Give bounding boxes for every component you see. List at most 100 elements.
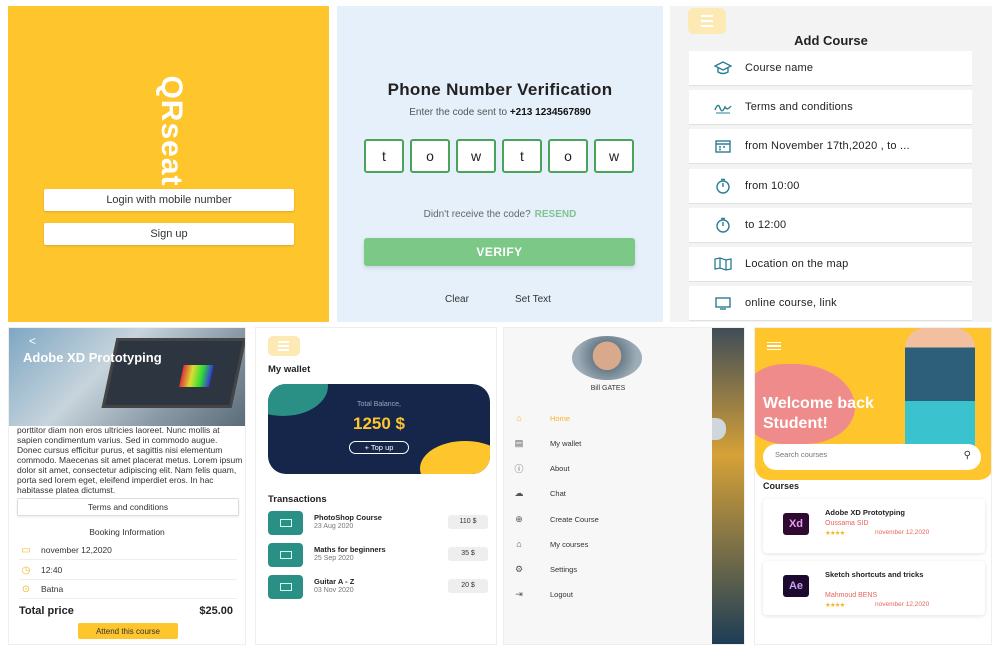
clock-icon: ◷	[21, 564, 31, 576]
transaction-row[interactable]: PhotoShop Course 23 Aug 2020 110 $	[268, 510, 488, 536]
clear-button[interactable]: Clear	[445, 294, 469, 305]
transaction-date: 23 Aug 2020	[314, 523, 354, 530]
home-icon: ⌂	[516, 413, 522, 423]
online-link-field[interactable]: online course, link	[689, 286, 972, 320]
qrseat-screen: QRseat Login with mobile number Sign up	[8, 6, 329, 322]
wallet-title: My wallet	[268, 364, 311, 375]
resend-row: Didn't receive the code? RESEND	[337, 209, 663, 220]
nav-item-wallet[interactable]: ▤ My wallet	[512, 436, 702, 450]
booking-date: november 12,2020	[41, 545, 112, 555]
course-author: Mahmoud BENS	[825, 592, 878, 599]
course-description: porttitor diam non eros ultricies laoree…	[17, 425, 243, 495]
code-digit[interactable]: t	[502, 139, 542, 173]
add-course-screen: Add Course Course name Terms and conditi…	[670, 6, 992, 322]
add-course-title: Add Course	[794, 33, 868, 48]
transaction-date: 03 Nov 2020	[314, 587, 354, 594]
verification-screen: Phone Number Verification Enter the code…	[337, 6, 663, 322]
code-digit[interactable]: w	[594, 139, 634, 173]
nav-label: My wallet	[550, 438, 582, 448]
end-time-field[interactable]: to 12:00	[689, 208, 972, 242]
transaction-row[interactable]: Maths for beginners 25 Sep 2020 35 $	[268, 542, 488, 568]
search-input[interactable]	[775, 450, 945, 459]
rating-stars: ★★★★	[825, 530, 845, 537]
back-icon[interactable]: <	[29, 334, 36, 348]
nav-item-chat[interactable]: ☁ Chat	[512, 486, 702, 500]
rating-stars: ★★★★	[825, 602, 845, 609]
signup-button[interactable]: Sign up	[44, 223, 294, 245]
nav-item-create-course[interactable]: ⊕ Create Course	[512, 512, 702, 526]
resend-link[interactable]: RESEND	[535, 209, 577, 220]
row-label: Course name	[745, 62, 814, 74]
booking-time: 12:40	[41, 565, 63, 575]
booking-info-title: Booking Information	[89, 527, 165, 537]
nav-item-about[interactable]: ⓘ About	[512, 461, 702, 475]
nav-label: Create Course	[550, 514, 599, 524]
course-detail-screen: < Adobe XD Prototyping porttitor diam no…	[8, 327, 246, 645]
row-label: Terms and conditions	[745, 101, 853, 113]
settings-icon: ⚙	[514, 563, 524, 574]
verify-button[interactable]: VERIFY	[364, 238, 635, 266]
background-screen-peek	[712, 328, 744, 644]
course-author: Oussama SID	[825, 520, 869, 527]
xd-logo-icon: Xd	[783, 513, 809, 535]
code-digit[interactable]: o	[410, 139, 450, 173]
courses-title: Courses	[763, 481, 800, 491]
course-date: november 12,2020	[875, 529, 930, 536]
course-card[interactable]: Xd Adobe XD Prototyping Oussama SID ★★★★…	[763, 499, 985, 553]
start-time-field[interactable]: from 10:00	[689, 169, 972, 203]
verification-title: Phone Number Verification	[387, 80, 613, 99]
nav-item-logout[interactable]: ⇥ Logout	[512, 587, 702, 601]
wallet-screen: My wallet Total Balance, 1250 $ + Top up…	[255, 327, 497, 645]
receipt-icon	[268, 575, 303, 599]
navigation-drawer-screen: Bill GATES ⌂ Home ▤ My wallet ⓘ About ☁ Chat…	[503, 327, 745, 645]
nav-label: About	[550, 463, 570, 473]
timer-icon	[713, 178, 733, 194]
row-label: to 12:00	[745, 219, 787, 231]
course-name: Adobe XD Prototyping	[825, 508, 905, 517]
code-digit[interactable]: t	[364, 139, 404, 173]
signature-icon	[713, 99, 733, 115]
attend-course-button[interactable]: Attend this course	[78, 623, 178, 639]
balance-amount: 1250 $	[353, 414, 405, 433]
code-digit[interactable]: w	[456, 139, 496, 173]
balance-label: Total Balance,	[357, 401, 401, 408]
nav-item-my-courses[interactable]: ⌂ My courses	[512, 537, 702, 551]
navigation-drawer: Bill GATES ⌂ Home ▤ My wallet ⓘ About ☁ Chat…	[504, 328, 712, 644]
location-pin-icon: ⊙	[21, 583, 31, 595]
set-text-button[interactable]: Set Text	[515, 294, 551, 305]
transaction-row[interactable]: Guitar A - Z 03 Nov 2020 20 $	[268, 574, 488, 600]
date-range-field[interactable]: from November 17th,2020 , to ...	[689, 129, 972, 163]
transaction-name: Guitar A - Z	[314, 577, 355, 586]
transaction-date: 25 Sep 2020	[314, 555, 354, 562]
search-icon[interactable]: ⚲	[964, 450, 971, 461]
course-name-field[interactable]: Course name	[689, 51, 972, 85]
terms-button[interactable]: Terms and conditions	[17, 498, 239, 516]
wallet-icon: ▤	[514, 437, 524, 448]
terms-field[interactable]: Terms and conditions	[689, 90, 972, 124]
row-label: Location on the map	[745, 258, 849, 270]
graduation-cap-icon	[713, 60, 733, 76]
location-field[interactable]: Location on the map	[689, 247, 972, 281]
nav-item-home[interactable]: ⌂ Home	[512, 411, 702, 425]
chat-icon: ☁	[514, 487, 524, 498]
menu-button[interactable]	[688, 8, 726, 34]
row-label: online course, link	[745, 297, 837, 309]
graduation-cap-icon: ⌂	[516, 539, 522, 549]
course-card[interactable]: Ae Sketch shortcuts and tricks Mahmoud B…	[763, 561, 985, 615]
row-label: from November 17th,2020 , to ...	[745, 140, 910, 152]
nav-label: My courses	[550, 539, 589, 549]
calendar-icon: ▭	[21, 544, 31, 556]
course-name: Sketch shortcuts and tricks	[825, 570, 924, 579]
menu-button[interactable]	[268, 336, 300, 356]
avatar[interactable]	[572, 336, 642, 380]
menu-icon[interactable]	[767, 342, 781, 350]
login-mobile-button[interactable]: Login with mobile number	[44, 189, 294, 211]
nav-item-settings[interactable]: ⚙ Settings	[512, 562, 702, 576]
total-price-label: Total price	[19, 605, 74, 617]
nav-label: Settings	[550, 564, 578, 574]
course-title: Adobe XD Prototyping	[23, 350, 162, 365]
transaction-amount: 35 $	[448, 547, 488, 561]
top-up-button[interactable]: + Top up	[349, 441, 409, 454]
code-digit[interactable]: o	[548, 139, 588, 173]
booking-place: Batna	[41, 584, 64, 594]
